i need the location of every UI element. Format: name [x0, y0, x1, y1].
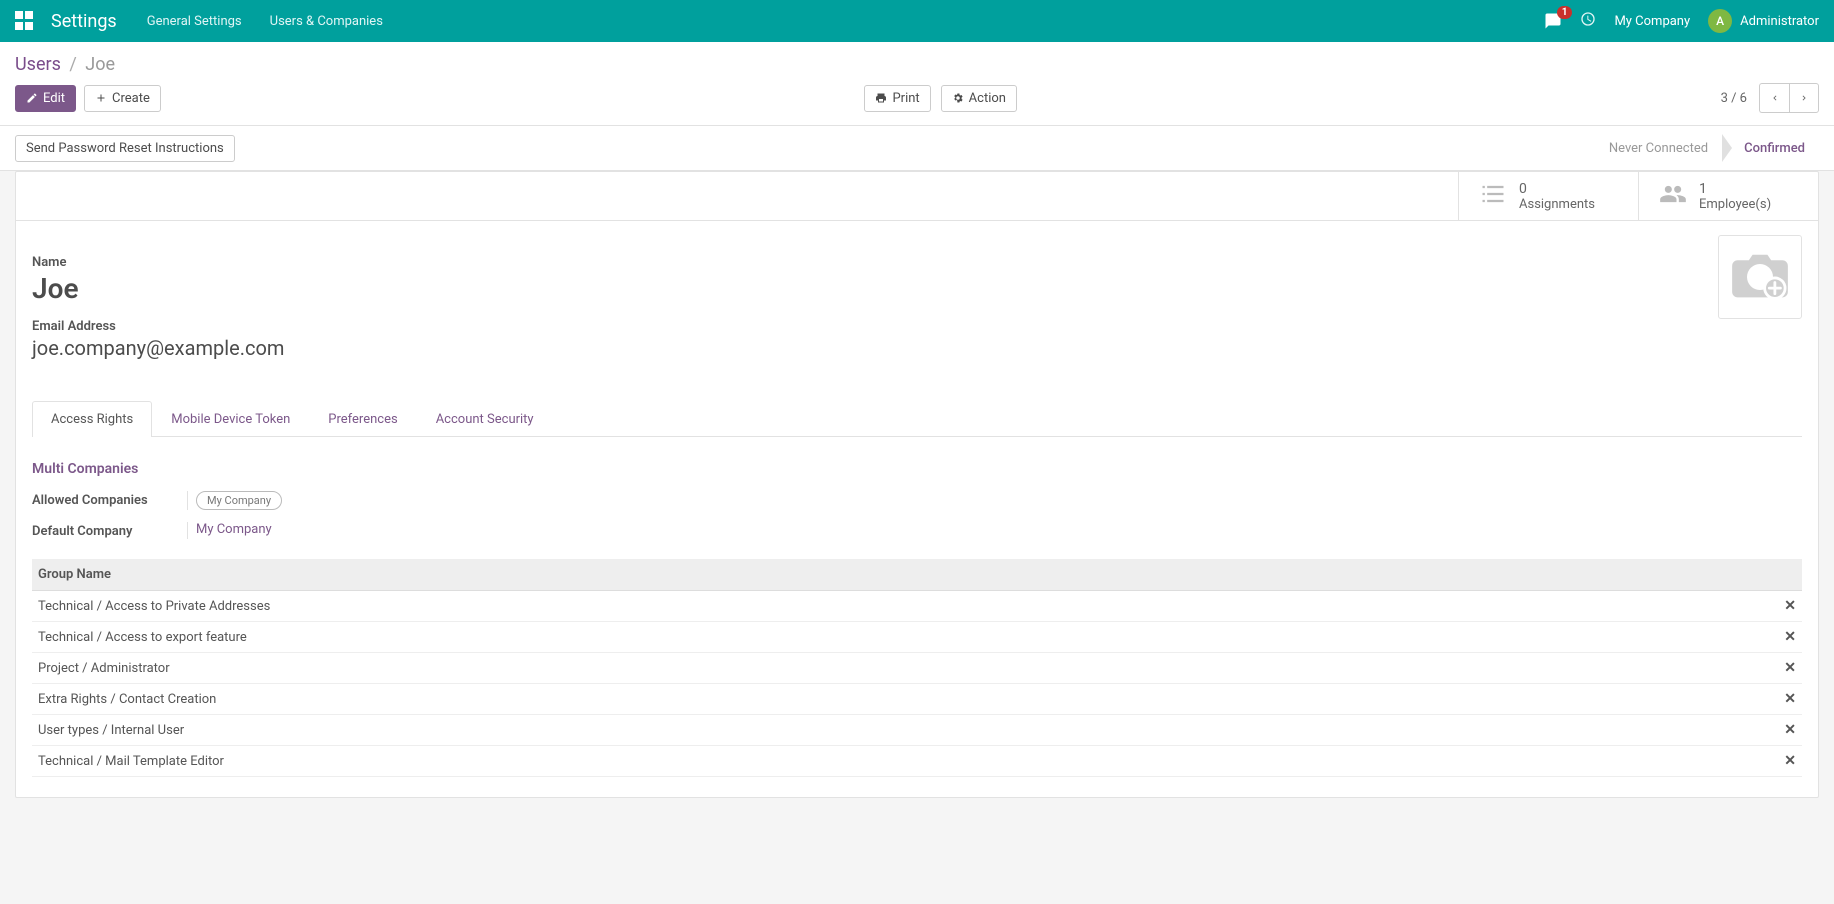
status-confirmed[interactable]: Confirmed	[1730, 135, 1819, 162]
user-menu[interactable]: A Administrator	[1708, 9, 1819, 33]
remove-row-icon[interactable]: ✕	[1784, 722, 1796, 738]
group-name-cell: User types / Internal User	[32, 715, 1762, 746]
stat-assignments[interactable]: 0 Assignments	[1458, 172, 1638, 220]
group-name-cell: Technical / Access to export feature	[32, 622, 1762, 653]
nav-general-settings[interactable]: General Settings	[147, 14, 242, 29]
email-value: joe.company@example.com	[32, 336, 1802, 360]
remove-row-icon[interactable]: ✕	[1784, 660, 1796, 676]
allowed-companies-label: Allowed Companies	[32, 491, 187, 510]
users-icon	[1659, 180, 1687, 212]
print-button[interactable]: Print	[864, 85, 930, 112]
statusbar: Never Connected Confirmed	[1595, 134, 1819, 162]
pager-prev[interactable]	[1759, 83, 1789, 113]
stat-label: Employee(s)	[1699, 197, 1771, 212]
tab-access-rights[interactable]: Access Rights	[32, 401, 152, 437]
chat-icon[interactable]: 1	[1544, 12, 1562, 30]
stat-value: 0	[1519, 181, 1595, 197]
pencil-icon	[26, 92, 38, 104]
chevron-right-icon	[1799, 93, 1809, 103]
remove-row-icon[interactable]: ✕	[1784, 598, 1796, 614]
table-row[interactable]: Technical / Mail Template Editor ✕	[32, 746, 1802, 777]
tab-account-security[interactable]: Account Security	[417, 401, 553, 437]
table-row[interactable]: Technical / Access to export feature ✕	[32, 622, 1802, 653]
status-never-connected[interactable]: Never Connected	[1595, 135, 1722, 162]
control-panel: Users / Joe Edit Create Print Action	[0, 42, 1834, 171]
remove-row-icon[interactable]: ✕	[1784, 691, 1796, 707]
pager-next[interactable]	[1789, 83, 1819, 113]
table-row[interactable]: Extra Rights / Contact Creation ✕	[32, 684, 1802, 715]
table-row[interactable]: Project / Administrator ✕	[32, 653, 1802, 684]
tab-content-access-rights: Multi Companies Allowed Companies My Com…	[32, 437, 1802, 777]
username-label: Administrator	[1740, 14, 1819, 29]
avatar: A	[1708, 9, 1732, 33]
group-name-cell: Extra Rights / Contact Creation	[32, 684, 1762, 715]
plus-icon	[95, 92, 107, 104]
groups-table: Group Name Technical / Access to Private…	[32, 559, 1802, 777]
action-button[interactable]: Action	[941, 85, 1017, 112]
create-button[interactable]: Create	[84, 85, 161, 112]
tab-mobile-device-token[interactable]: Mobile Device Token	[152, 401, 309, 437]
print-icon	[875, 92, 887, 104]
chat-badge: 1	[1557, 6, 1573, 19]
button-box: 0 Assignments 1 Employee(s)	[16, 172, 1818, 221]
default-company-label: Default Company	[32, 522, 187, 539]
tabs: Access Rights Mobile Device Token Prefer…	[32, 400, 1802, 437]
user-image-placeholder[interactable]	[1718, 235, 1802, 319]
systray: 1 My Company A Administrator	[1544, 9, 1819, 33]
company-tag[interactable]: My Company	[196, 491, 282, 510]
section-multi-companies: Multi Companies	[32, 461, 1802, 477]
name-label: Name	[32, 255, 1802, 270]
topbar: Settings General Settings Users & Compan…	[0, 0, 1834, 42]
form-view: 0 Assignments 1 Employee(s) Name Joe Ema…	[15, 171, 1819, 798]
breadcrumb: Users / Joe	[15, 54, 115, 75]
clock-icon[interactable]	[1580, 11, 1596, 31]
stat-value: 1	[1699, 181, 1771, 197]
group-name-cell: Technical / Access to Private Addresses	[32, 591, 1762, 622]
edit-button[interactable]: Edit	[15, 85, 76, 112]
remove-row-icon[interactable]: ✕	[1784, 753, 1796, 769]
breadcrumb-current: Joe	[85, 54, 115, 75]
pager-text[interactable]: 3 / 6	[1721, 91, 1747, 106]
send-password-reset-button[interactable]: Send Password Reset Instructions	[15, 135, 235, 162]
email-label: Email Address	[32, 319, 1802, 334]
stat-employees[interactable]: 1 Employee(s)	[1638, 172, 1818, 220]
default-company-value[interactable]: My Company	[196, 522, 272, 537]
group-name-cell: Project / Administrator	[32, 653, 1762, 684]
app-brand: Settings	[51, 11, 117, 32]
company-selector[interactable]: My Company	[1614, 14, 1690, 29]
tasks-icon	[1479, 180, 1507, 212]
chevron-left-icon	[1770, 93, 1780, 103]
table-row[interactable]: User types / Internal User ✕	[32, 715, 1802, 746]
apps-icon[interactable]	[15, 11, 35, 31]
name-value: Joe	[32, 272, 1802, 305]
tab-preferences[interactable]: Preferences	[309, 401, 416, 437]
group-name-cell: Technical / Mail Template Editor	[32, 746, 1762, 777]
breadcrumb-parent[interactable]: Users	[15, 54, 61, 75]
nav-users-companies[interactable]: Users & Companies	[270, 14, 383, 29]
stat-label: Assignments	[1519, 197, 1595, 212]
remove-row-icon[interactable]: ✕	[1784, 629, 1796, 645]
group-name-header[interactable]: Group Name	[32, 559, 1762, 591]
gear-icon	[952, 92, 964, 104]
camera-add-icon	[1730, 251, 1790, 303]
table-row[interactable]: Technical / Access to Private Addresses ✕	[32, 591, 1802, 622]
